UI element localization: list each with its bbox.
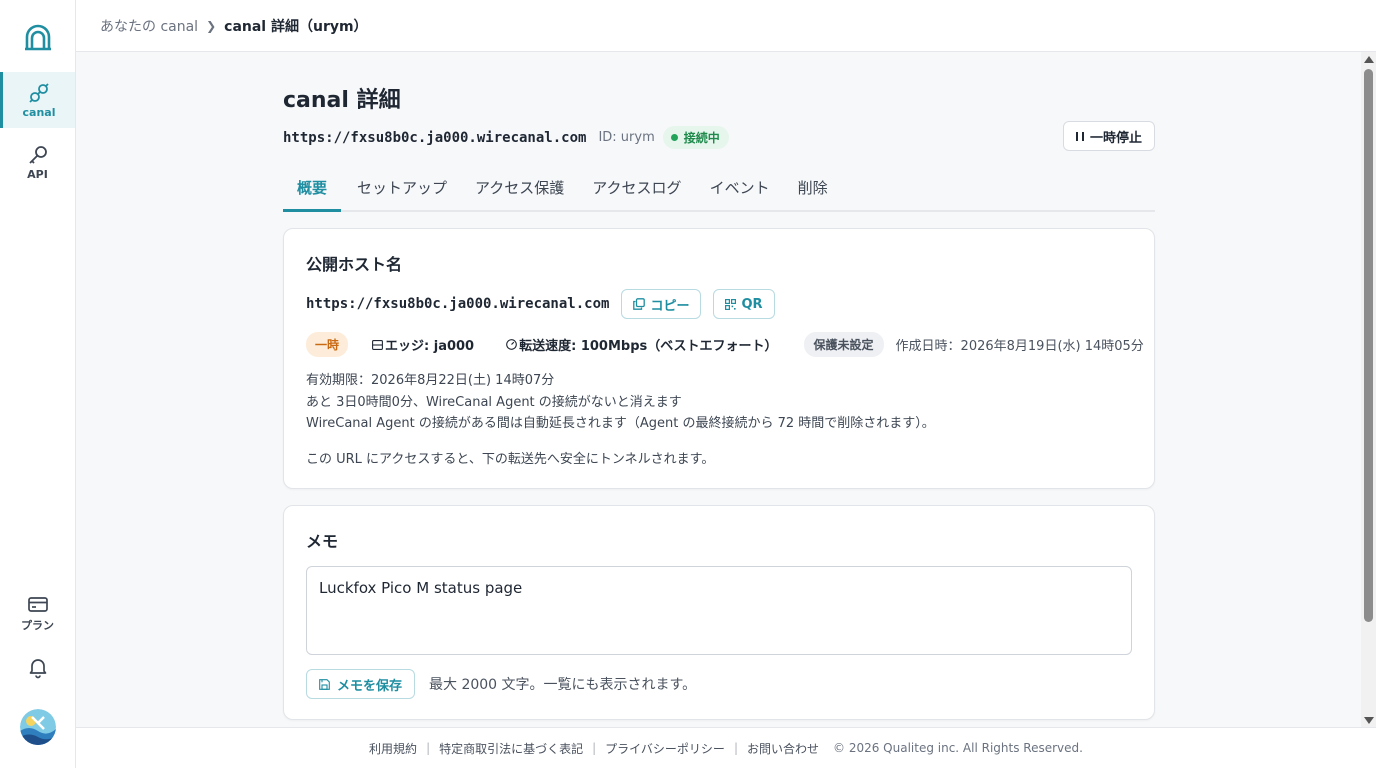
card-icon [27, 595, 49, 615]
card-title: メモ [306, 532, 339, 551]
vertical-scrollbar[interactable] [1361, 52, 1376, 728]
canal-url: https://fxsu8b0c.ja000.wirecanal.com [283, 129, 587, 146]
canal-url-line: https://fxsu8b0c.ja000.wirecanal.com ID:… [283, 126, 729, 149]
chevron-right-icon: ❯ [206, 19, 217, 33]
server-icon [372, 339, 383, 350]
tab-bar: 概要 セットアップ アクセス保護 アクセスログ イベント 削除 [283, 170, 1155, 212]
save-memo-button[interactable]: メモを保存 [306, 669, 416, 699]
memo-hint: 最大 2000 文字。一覧にも表示されます。 [429, 677, 697, 693]
qr-button-label: QR [741, 296, 763, 312]
speedometer-icon [506, 339, 517, 350]
memo-textarea[interactable]: Luckfox Pico M status page [306, 566, 1132, 655]
footer-divider: | [733, 741, 738, 755]
sidebar-item-plan[interactable]: プラン [0, 586, 75, 642]
footer-link-commerce-law[interactable]: 特定商取引法に基づく表記 [439, 740, 583, 757]
link-icon [28, 82, 50, 104]
key-icon [27, 144, 49, 166]
qr-button[interactable]: QR [713, 289, 775, 319]
qr-icon [725, 298, 737, 310]
arch-logo-icon[interactable] [22, 22, 54, 54]
copy-icon [633, 298, 646, 310]
status-badge: 接続中 [662, 126, 729, 149]
auto-extend-text: WireCanal Agent の接続がある間は自動延長されます（Agent の… [306, 416, 935, 431]
public-host-card: 公開ホスト名 https://fxsu8b0c.ja000.wirecanal.… [283, 228, 1155, 489]
footer-divider: | [426, 741, 431, 755]
page-title: canal 詳細 [283, 88, 401, 113]
card-title: 公開ホスト名 [306, 255, 403, 274]
bell-icon[interactable] [26, 655, 50, 679]
pause-button-label: 一時停止 [1089, 130, 1142, 146]
tab-events[interactable]: イベント [696, 170, 784, 212]
copy-button-label: コピー [650, 298, 690, 314]
sidebar: canal API プラン [0, 0, 76, 768]
scroll-thumb[interactable] [1364, 69, 1373, 622]
memo-card: メモ Luckfox Pico M status page メモを保存 最大 2… [283, 505, 1155, 720]
breadcrumb-link-canal-list[interactable]: あなたの canal [100, 16, 198, 36]
meta-row: 一時 エッジ: ja000 転送速度: 100Mbps（ベストエフォート） 保護… [306, 332, 1144, 357]
tab-access-protection[interactable]: アクセス保護 [461, 170, 578, 212]
host-row: https://fxsu8b0c.ja000.wirecanal.com コピー [306, 289, 775, 319]
pause-button[interactable]: 一時停止 [1063, 121, 1155, 151]
tab-delete[interactable]: 削除 [784, 170, 842, 212]
status-text: 接続中 [683, 131, 720, 145]
footer-link-privacy[interactable]: プライバシーポリシー [605, 740, 725, 757]
breadcrumb-current: canal 詳細（urym） [224, 19, 368, 35]
speed-info: 転送速度: 100Mbps（ベストエフォート） [506, 335, 778, 354]
expiry-text: 有効期限：2026年8月22日(土) 14時07分 [306, 373, 555, 388]
tab-access-log[interactable]: アクセスログ [578, 170, 695, 212]
created-at: 作成日時：2026年8月19日(水) 14時05分 [895, 339, 1144, 354]
remaining-text: あと 3日0時間0分、WireCanal Agent の接続がないと消えます [306, 395, 682, 410]
copy-button[interactable]: コピー [621, 289, 702, 319]
public-host-url: https://fxsu8b0c.ja000.wirecanal.com [306, 296, 610, 312]
sidebar-item-label: プラン [21, 619, 54, 632]
footer: 利用規約 | 特定商取引法に基づく表記 | プライバシーポリシー | お問い合わ… [76, 727, 1376, 768]
sidebar-item-label: canal [22, 105, 56, 119]
canal-id: ID: urym [598, 130, 655, 145]
footer-link-terms[interactable]: 利用規約 [369, 740, 417, 757]
footer-link-contact[interactable]: お問い合わせ [747, 740, 819, 757]
memo-save-row: メモを保存 最大 2000 文字。一覧にも表示されます。 [306, 669, 696, 699]
scroll-up-arrow-icon[interactable] [1364, 56, 1374, 63]
protection-tag: 保護未設定 [803, 332, 884, 357]
pause-icon [1075, 131, 1084, 141]
edge-info: エッジ: ja000 [372, 335, 474, 354]
temporary-tag: 一時 [306, 332, 349, 357]
top-bar: あなたの canal ❯ canal 詳細（urym） [76, 0, 1376, 52]
avatar[interactable] [20, 709, 56, 745]
sidebar-item-api[interactable]: API [0, 134, 75, 190]
copyright: © 2026 Qualiteg inc. All Rights Reserved… [833, 741, 1083, 755]
edge-text: エッジ: ja000 [385, 339, 475, 354]
tunnel-note: この URL にアクセスすると、下の転送先へ安全にトンネルされます。 [306, 452, 715, 467]
breadcrumb: あなたの canal ❯ canal 詳細（urym） [100, 16, 368, 36]
tab-overview[interactable]: 概要 [283, 170, 342, 212]
sidebar-item-label: API [27, 167, 48, 181]
tab-setup[interactable]: セットアップ [341, 170, 461, 212]
speed-text: 転送速度: 100Mbps（ベストエフォート） [519, 339, 778, 354]
footer-divider: | [592, 741, 597, 755]
scroll-down-arrow-icon[interactable] [1364, 717, 1374, 724]
save-icon [319, 678, 330, 690]
save-memo-label: メモを保存 [337, 678, 403, 694]
status-dot-icon [670, 134, 678, 141]
sidebar-item-canal[interactable]: canal [0, 72, 75, 128]
